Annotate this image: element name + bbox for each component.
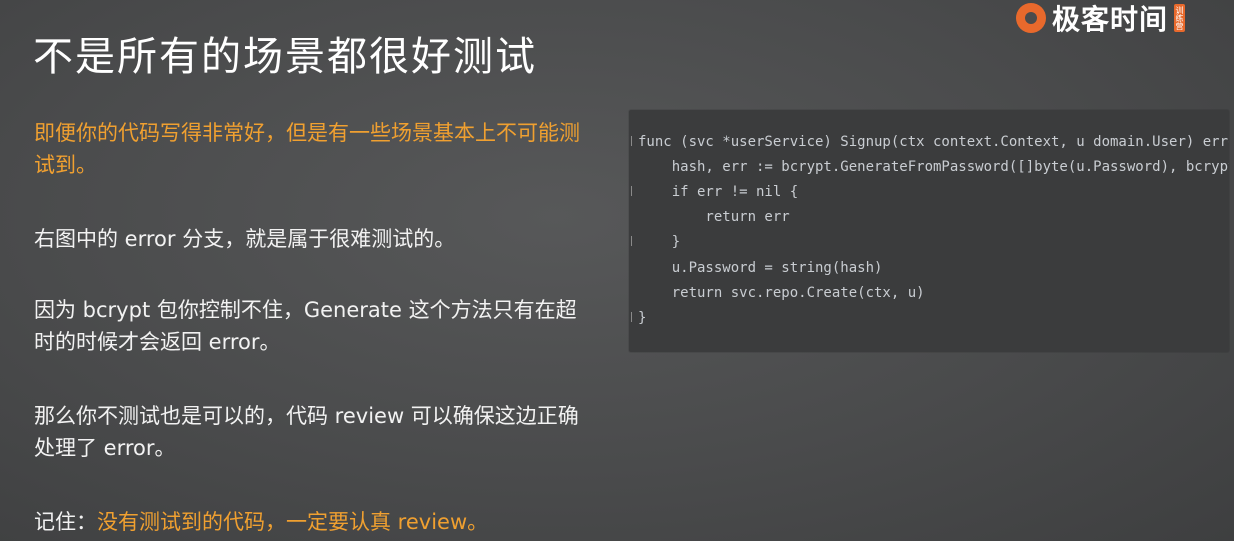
fold-marker-icon xyxy=(631,186,638,196)
fold-marker-icon xyxy=(631,236,638,246)
code-line: hash, err := bcrypt.GenerateFromPassword… xyxy=(671,159,1229,175)
remember-highlight: 没有测试到的代码，一定要认真 review。 xyxy=(97,510,489,534)
paragraph-remember: 记住：没有测试到的代码，一定要认真 review。 xyxy=(34,506,594,538)
logo-badge: 训练营 xyxy=(1174,4,1186,32)
slide-title: 不是所有的场景都很好测试 xyxy=(33,34,537,80)
paragraph-intro: 即便你的代码写得非常好，但是有一些场景基本上不可能测试到。 xyxy=(34,121,580,177)
code-line: return svc.repo.Create(ctx, u) xyxy=(638,285,925,301)
code-line: return err xyxy=(638,209,790,225)
code-line: u.Password = string(hash) xyxy=(638,260,883,276)
code-snippet: func (svc *userService) Signup(ctx conte… xyxy=(629,110,1229,352)
brand-logo: 极客时间 训练营 xyxy=(1016,0,1186,36)
paragraph-error-branch: 右图中的 error 分支，就是属于很难测试的。 xyxy=(34,227,456,251)
code-line: func (svc *userService) Signup(ctx conte… xyxy=(638,134,1229,150)
logo-text: 极客时间 xyxy=(1052,3,1169,36)
paragraph-bcrypt: 因为 bcrypt 包你控制不住，Generate 这个方法只有在超时的时候才会… xyxy=(34,298,577,354)
code-line: } xyxy=(638,234,681,250)
paragraph-review: 那么你不测试也是可以的，代码 review 可以确保这边正确处理了 error。 xyxy=(34,404,579,460)
code-line: if err != nil { xyxy=(638,184,799,200)
code-line: } xyxy=(638,310,647,326)
remember-prefix: 记住： xyxy=(34,510,97,534)
fold-marker-icon xyxy=(631,312,638,322)
logo-mark-icon xyxy=(1016,3,1046,33)
fold-marker-icon xyxy=(631,136,638,146)
